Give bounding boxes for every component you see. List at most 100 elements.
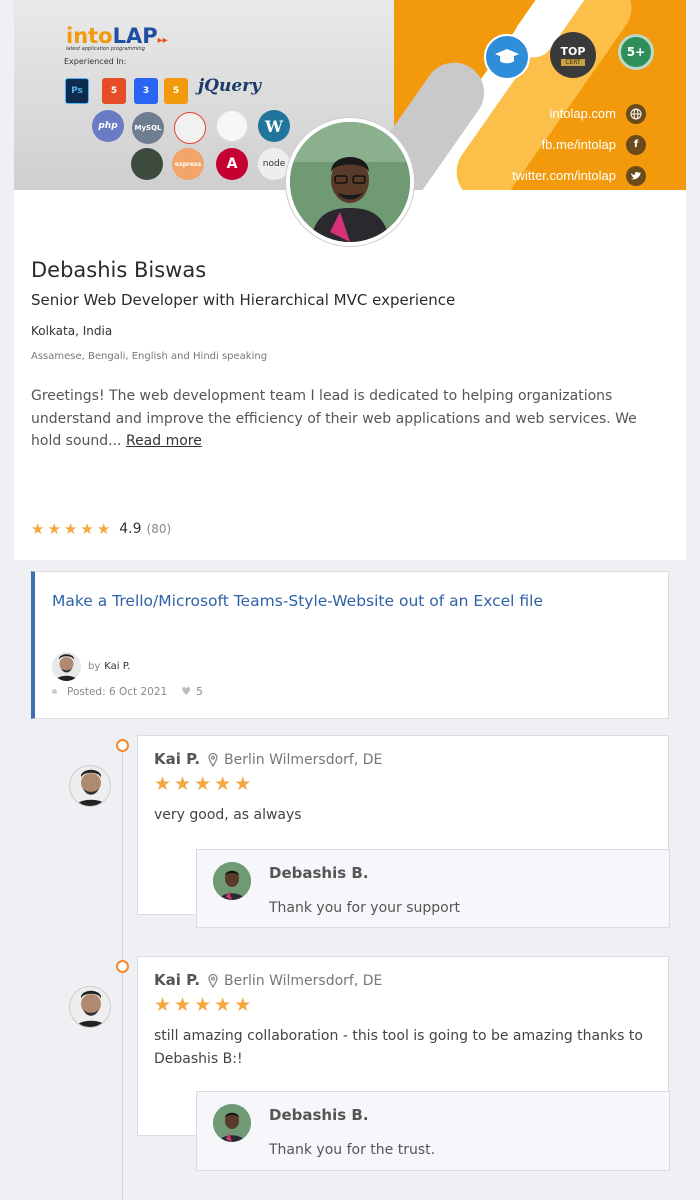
rating-count: (80) [146,522,172,536]
review-card: Kai P. Berlin Wilmersdorf, DE ★ ★ ★ ★ ★ very… [137,735,670,928]
social-links: intolap.com fb.me/intolap f twitter.com/… [512,98,646,190]
reply-card: Debashis B. Thank you for your support [196,849,670,928]
review-card: Kai P. Berlin Wilmersdorf, DE ★ ★ ★ ★ ★ stil… [137,956,670,1171]
reply-text: Thank you for the trust. [269,1142,436,1158]
person-photo-icon [290,122,410,242]
five-plus-text: 5+ [626,45,646,59]
logo-text: into [66,24,113,48]
nodejs-icon: node [258,148,290,180]
location-pin-icon [208,974,218,988]
reply-author: Debashis B. [269,1106,369,1124]
globe-icon [626,103,646,124]
star-icon: ★ [31,520,45,538]
mysql-icon: MySQL [132,112,164,144]
profile-bio: Greetings! The web development team I le… [31,385,671,453]
globe-icon [630,108,642,119]
profile-avatar [286,118,414,246]
graduation-cap-icon [495,49,519,64]
star-icon: ★ [174,994,192,1016]
person-photo-icon [70,987,110,1027]
heart-icon: ♥ [181,685,192,698]
reply-card: Debashis B. Thank you for the trust. [196,1091,670,1171]
facebook-link-text[interactable]: fb.me/intolap [542,137,616,152]
timeline-dot [116,739,129,752]
location-text: Berlin Wilmersdorf, DE [224,973,383,989]
reviewer-avatar [69,986,111,1028]
reviewer-location: Berlin Wilmersdorf, DE [208,973,382,989]
intolap-logo: intoLAP▸▸ latest application programming [66,24,168,52]
star-icon: ★ [214,994,232,1016]
client-name[interactable]: Kai P. [104,661,130,672]
review-text: still amazing collaboration - this tool … [154,1028,643,1067]
project-meta: Posted: 6 Oct 2021 ♥ 5 [52,685,203,698]
cert-badge-text: CERT [561,58,585,66]
reviewer-name[interactable]: Kai P. [154,971,200,989]
reviewer-name[interactable]: Kai P. [154,750,200,768]
top-badge-text: TOP [560,44,586,58]
star-icon: ★ [80,520,94,538]
star-icon: ★ [154,994,172,1016]
review-stars: ★ ★ ★ ★ ★ [154,773,254,795]
html5-icon: 5 [164,78,188,104]
profile-headline: Senior Web Developer with Hierarchical M… [31,291,456,309]
star-icon: ★ [154,773,172,795]
twitter-icon [626,165,646,186]
rating-value: 4.9 [119,521,142,537]
twitter-link[interactable]: twitter.com/intolap [512,160,646,190]
project-card: Make a Trello/Microsoft Teams-Style-Webs… [31,571,669,719]
profile-rating: ★ ★ ★ ★ ★ 4.9 (80) [31,520,171,538]
five-plus-badge: 5+ [618,34,654,70]
person-photo-icon [52,652,81,681]
star-icon: ★ [96,520,111,538]
reviewer-avatar [69,765,111,807]
client-avatar [52,652,81,681]
reviewer-location: Berlin Wilmersdorf, DE [208,752,382,768]
jquery-icon: jQuery [198,76,261,96]
twitter-bird-icon [631,171,641,179]
person-photo-icon [70,766,110,806]
angular-icon: A [216,148,248,180]
photoshop-icon: Ps [65,78,89,104]
location-pin-icon [208,753,218,767]
person-photo-icon [213,1104,251,1142]
bullet-icon [52,689,57,694]
person-photo-icon [213,862,251,900]
mongodb-icon [131,148,163,180]
website-link-text[interactable]: intolap.com [550,106,616,121]
review-stars: ★ ★ ★ ★ ★ [154,994,254,1016]
logo-arrow-icon: ▸▸ [157,35,168,46]
profile-languages: Assamese, Bengali, English and Hindi spe… [31,351,268,362]
star-icon: ★ [234,773,252,795]
wordpress-icon: W [258,110,290,142]
reply-text: Thank you for your support [269,900,460,916]
star-icon: ★ [174,773,192,795]
codeigniter-icon [216,110,248,142]
star-icon: ★ [47,520,61,538]
timeline-line [122,746,123,1200]
bio-text: Greetings! The web development team I le… [31,388,637,449]
html5-icon: 5 [102,78,126,104]
php-icon: php [92,110,124,142]
like-count: 5 [196,685,203,698]
timeline-dot [116,960,129,973]
location-text: Berlin Wilmersdorf, DE [224,752,383,768]
facebook-link[interactable]: fb.me/intolap f [512,129,646,160]
facebook-icon: f [626,134,646,155]
experienced-label: Experienced In: [64,57,127,66]
website-link[interactable]: intolap.com [512,98,646,129]
logo-text: LAP [112,24,158,48]
star-icon: ★ [214,773,232,795]
top-cert-badge: TOP CERT [550,32,596,78]
star-icon: ★ [234,994,252,1016]
education-badge-icon [484,34,530,80]
css3-icon: 3 [134,78,158,104]
freelancer-avatar [213,862,251,900]
reply-author: Debashis B. [269,864,369,882]
star-icon: ★ [194,773,212,795]
twitter-link-text[interactable]: twitter.com/intolap [512,168,616,183]
project-title[interactable]: Make a Trello/Microsoft Teams-Style-Webs… [52,592,543,610]
review-text: very good, as always [154,807,302,823]
read-more-link[interactable]: Read more [126,433,202,449]
laravel-icon [174,112,206,144]
freelancer-avatar [213,1104,251,1142]
